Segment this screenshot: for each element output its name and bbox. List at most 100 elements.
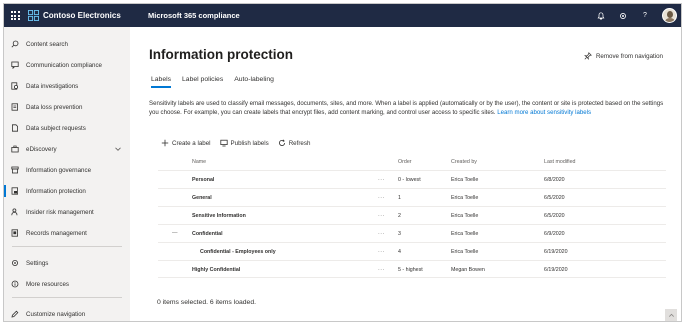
gear-icon[interactable] [618,11,628,21]
row-more-button[interactable]: ··· [378,213,385,219]
row-order: 5 - highest [398,267,423,273]
sidebar-item-data-investigations[interactable]: Data investigations [4,77,130,95]
row-name[interactable]: Sensitive Information [192,213,246,219]
create-label-text: Create a label [172,139,211,147]
page-title: Information protection [149,47,293,62]
table-row[interactable]: Sensitive Information ··· 2 Erica Toelle… [158,206,666,224]
scroll-to-top-button[interactable] [665,309,677,321]
table-row[interactable]: General ··· 1 Erica Toelle 6/5/2020 [158,188,666,206]
chat-icon [4,61,26,69]
sidebar-item-data-subject-requests[interactable]: Data subject requests [4,119,130,137]
labels-table: Name Order Created by Last modified Pers… [158,155,666,278]
learn-more-link[interactable]: Learn more about sensitivity labels [497,109,591,116]
pencil-icon [4,310,26,318]
remove-from-navigation-button[interactable]: Remove from navigation [583,52,663,60]
row-order: 1 [398,195,401,201]
tab-label-policies[interactable]: Label policies [182,76,223,87]
chevron-down-icon[interactable] [114,145,122,153]
table-row[interactable]: Personal ··· 0 - lowest Erica Toelle 6/8… [158,170,666,188]
table-row[interactable]: — Confidential ··· 3 Erica Toelle 6/9/20… [158,224,666,242]
description: Sensitivity labels are used to classify … [149,99,671,118]
row-name[interactable]: Confidential - Employees only [200,249,276,255]
row-last-modified: 6/5/2020 [544,213,565,219]
row-created-by: Erica Toelle [451,213,479,219]
sidebar-item-customize-navigation[interactable]: Customize navigation [4,305,130,321]
row-order: 4 [398,249,401,255]
sidebar: Content search Communication compliance … [4,27,130,321]
sidebar-item-communication-compliance[interactable]: Communication compliance [4,56,130,74]
column-header-created-by[interactable]: Created by [451,159,477,165]
sidebar-item-information-protection[interactable]: Information protection [4,182,130,200]
collapse-row-button[interactable]: — [172,230,178,236]
row-created-by: Erica Toelle [451,231,479,237]
create-label-button[interactable]: Create a label [161,139,211,147]
row-name[interactable]: Confidential [192,231,223,237]
app-launcher-icon[interactable] [4,4,26,27]
row-more-button[interactable]: ··· [378,177,385,183]
sidebar-divider [12,246,122,247]
sidebar-item-content-search[interactable]: Content search [4,35,130,53]
sidebar-item-more-resources[interactable]: More resources [4,275,130,293]
sidebar-item-information-governance[interactable]: Information governance [4,161,130,179]
help-icon[interactable]: ? [640,11,650,21]
gear-icon [4,259,26,267]
row-last-modified: 6/8/2020 [544,177,565,183]
brand-name: Contoso Electronics [43,11,121,20]
tab-auto-labeling[interactable]: Auto-labeling [234,76,274,87]
sidebar-item-settings[interactable]: Settings [4,254,130,272]
app-window: Contoso Electronics Microsoft 365 compli… [3,3,682,322]
sidebar-item-insider-risk-management[interactable]: Insider risk management [4,203,130,221]
contoso-logo-icon [28,10,39,21]
lock-doc-icon [4,187,26,195]
refresh-text: Refresh [288,139,311,147]
top-bar: Contoso Electronics Microsoft 365 compli… [4,4,681,27]
refresh-button[interactable]: Refresh [278,139,311,147]
bell-icon[interactable] [596,11,606,21]
avatar[interactable] [662,8,677,23]
chevron-up-icon [668,313,674,317]
publish-labels-button[interactable]: Publish labels [219,139,269,147]
app-name[interactable]: Microsoft 365 compliance [126,11,240,20]
row-more-button[interactable]: ··· [378,249,385,255]
sidebar-item-data-loss-prevention[interactable]: Data loss prevention [4,98,130,116]
row-more-button[interactable]: ··· [378,195,385,201]
sidebar-item-label: Content search [26,40,68,48]
column-header-order[interactable]: Order [398,159,412,165]
unpin-icon [583,52,592,60]
document-icon [4,124,26,132]
table-row[interactable]: Confidential - Employees only ··· 4 Eric… [158,242,666,260]
sidebar-divider [12,297,122,298]
row-created-by: Erica Toelle [451,177,479,183]
archive-icon [4,166,26,174]
row-name[interactable]: General [192,195,212,201]
sidebar-item-label: Data loss prevention [26,103,83,111]
main-content: Information protection Remove from navig… [130,27,681,321]
row-more-button[interactable]: ··· [378,267,385,273]
row-created-by: Erica Toelle [451,195,479,201]
sidebar-item-label: Information protection [26,187,86,195]
briefcase-icon [4,145,26,153]
row-name[interactable]: Personal [192,177,214,183]
column-header-name[interactable]: Name [192,159,206,165]
row-last-modified: 6/5/2020 [544,195,565,201]
table-row[interactable]: Highly Confidential ··· 5 - highest Mega… [158,260,666,278]
row-order: 2 [398,213,401,219]
info-icon [4,280,26,288]
brand[interactable]: Contoso Electronics [26,4,126,27]
sidebar-item-label: Settings [26,259,49,267]
row-created-by: Erica Toelle [451,249,479,255]
tab-bar: Labels Label policies Auto-labeling [151,76,274,88]
row-more-button[interactable]: ··· [378,231,385,237]
publish-labels-text: Publish labels [230,139,269,147]
sidebar-item-label: Customize navigation [26,310,86,318]
shield-doc-icon [4,103,26,111]
refresh-icon [278,139,285,146]
publish-icon [219,139,228,147]
row-name[interactable]: Highly Confidential [192,267,240,273]
sidebar-item-records-management[interactable]: Records management [4,224,130,242]
column-header-last-modified[interactable]: Last modified [544,159,576,165]
add-icon [161,139,169,147]
tab-labels[interactable]: Labels [151,76,172,88]
sidebar-item-label: More resources [26,280,69,288]
sidebar-item-ediscovery[interactable]: eDiscovery [4,140,130,158]
